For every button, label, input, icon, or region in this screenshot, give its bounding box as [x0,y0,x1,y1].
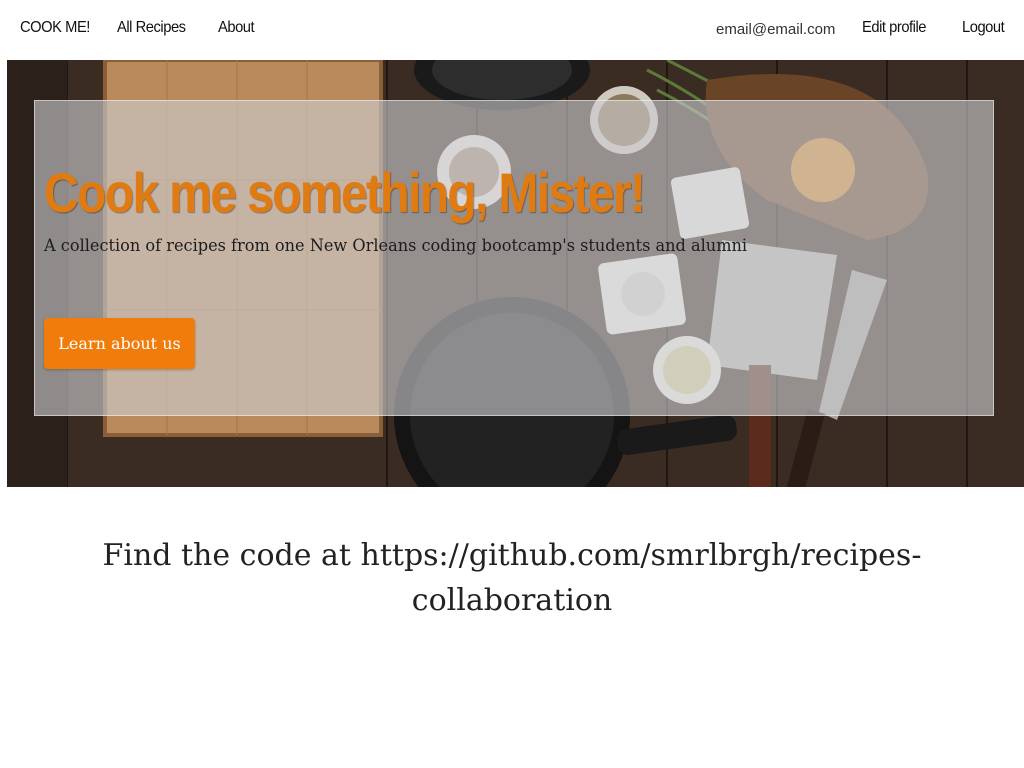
hero-title: Cook me something, Mister! [44,161,646,224]
nav-about-link[interactable]: About [218,19,255,37]
hero-section: Cook me something, Mister! A collection … [7,60,1024,487]
brand-link[interactable]: COOK ME! [20,19,90,37]
learn-about-us-button[interactable]: Learn about us [44,318,195,369]
edit-profile-link[interactable]: Edit profile [862,19,926,37]
user-email-link[interactable]: email@email.com [716,21,835,38]
code-note-line-2: collaboration [411,583,613,618]
top-navbar: COOK ME! All Recipes About email@email.c… [0,0,1024,60]
nav-all-recipes-link[interactable]: All Recipes [117,19,186,37]
code-note-line-1: Find the code at https://github.com/smrl… [102,538,922,573]
hero-subtitle: A collection of recipes from one New Orl… [44,236,748,256]
logout-link[interactable]: Logout [962,19,1005,37]
code-location-note: Find the code at https://github.com/smrl… [40,533,984,623]
